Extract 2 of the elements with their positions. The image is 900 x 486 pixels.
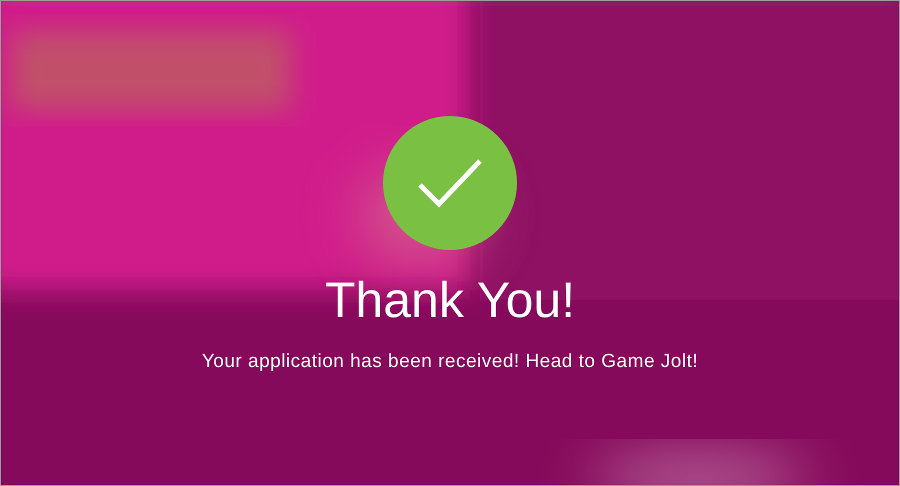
thank-you-title: Thank You! (324, 271, 576, 330)
confirmation-message: Your application has been received! Head to Game Jolt! (202, 350, 698, 374)
